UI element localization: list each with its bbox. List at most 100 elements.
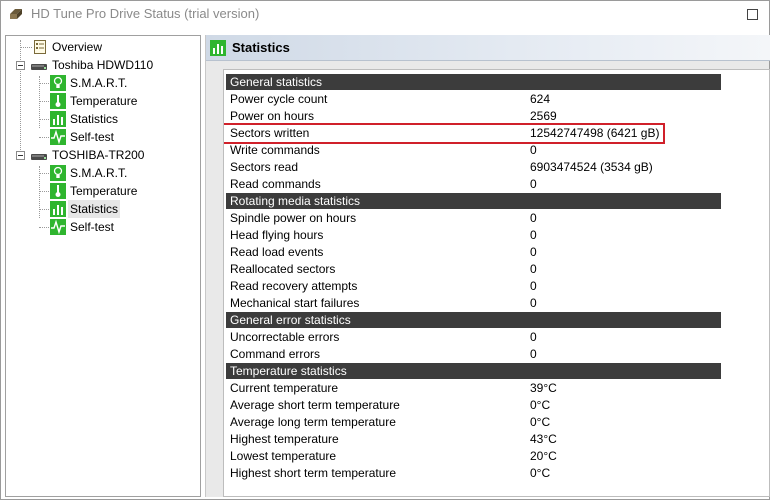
section-header-general: General statistics <box>226 74 721 90</box>
stat-row: Sectors read 6903474524 (3534 gB) <box>224 159 764 176</box>
stat-value: 0 <box>530 143 537 157</box>
stat-row: Read load events 0 <box>224 244 764 261</box>
stat-row: Spindle power on hours 0 <box>224 210 764 227</box>
stat-label: Lowest temperature <box>230 449 337 463</box>
stat-value: 0 <box>530 245 537 259</box>
stat-value: 624 <box>530 92 551 106</box>
stat-value: 0 <box>530 211 537 225</box>
stat-label: Head flying hours <box>230 228 324 242</box>
stat-row: Highest short term temperature 0°C <box>224 465 764 482</box>
tree-item-smart[interactable]: S.M.A.R.T. <box>6 74 196 92</box>
maximize-button[interactable] <box>745 7 759 21</box>
stat-row: Average long term temperature 0°C <box>224 414 764 431</box>
stat-label: Read commands <box>230 177 321 191</box>
tree-item-smart[interactable]: S.M.A.R.T. <box>6 164 196 182</box>
stat-label: Average short term temperature <box>230 398 400 412</box>
window-title: HD Tune Pro Drive Status (trial version) <box>31 6 260 21</box>
stat-value: 6903474524 (3534 gB) <box>530 160 653 174</box>
tree-item-temperature[interactable]: Temperature <box>6 92 196 110</box>
statistics-chart-icon <box>50 201 66 217</box>
stat-row: Command errors 0 <box>224 346 764 363</box>
stat-value: 0 <box>530 262 537 276</box>
statistics-panel: Statistics General statistics Power cycl… <box>205 35 770 497</box>
stat-row: Read recovery attempts 0 <box>224 278 764 295</box>
stat-value: 0°C <box>530 415 551 429</box>
stat-value: 0 <box>530 347 537 361</box>
self-test-pulse-icon <box>50 219 66 235</box>
stat-label: Sectors read <box>230 160 299 174</box>
stat-row: Write commands 0 <box>224 142 764 159</box>
tree-item-label: TOSHIBA-TR200 <box>52 148 145 162</box>
tree-item-drive-toshiba-hdwd110[interactable]: Toshiba HDWD110 <box>6 56 196 74</box>
stat-value: 2569 <box>530 109 557 123</box>
tree-item-label: Self-test <box>70 130 115 144</box>
smart-bulb-icon <box>50 75 66 91</box>
self-test-pulse-icon <box>50 129 66 145</box>
stat-row: Head flying hours 0 <box>224 227 764 244</box>
stat-value: 0°C <box>530 398 551 412</box>
tree-item-overview[interactable]: Overview <box>6 38 196 56</box>
thermometer-icon <box>50 183 66 199</box>
stat-label: Reallocated sectors <box>230 262 336 276</box>
stat-row: Current temperature 39°C <box>224 380 764 397</box>
device-tree[interactable]: Overview Toshiba HDWD110 S.M.A.R.T. Temp… <box>5 35 201 497</box>
stat-label: Highest short term temperature <box>230 466 397 480</box>
tree-item-label: Overview <box>52 40 103 54</box>
thermometer-icon <box>50 93 66 109</box>
stat-row: Highest temperature 43°C <box>224 431 764 448</box>
collapse-toggle-icon[interactable] <box>16 61 25 70</box>
stat-label: Uncorrectable errors <box>230 330 340 344</box>
tree-item-label: Toshiba HDWD110 <box>52 58 154 72</box>
collapse-toggle-icon[interactable] <box>16 151 25 160</box>
tree-item-label: Temperature <box>70 184 138 198</box>
stat-value: 0 <box>530 177 537 191</box>
maximize-icon <box>747 9 758 20</box>
stat-label: Power cycle count <box>230 92 328 106</box>
tree-item-self-test[interactable]: Self-test <box>6 128 196 146</box>
tree-item-statistics[interactable]: Statistics <box>6 110 196 128</box>
stat-value: 0 <box>530 228 537 242</box>
tree-item-label: S.M.A.R.T. <box>70 76 128 90</box>
stat-value: 0 <box>530 296 537 310</box>
hdtune-app-icon <box>10 9 22 19</box>
stat-row: Average short term temperature 0°C <box>224 397 764 414</box>
tree-item-drive-toshiba-tr200[interactable]: TOSHIBA-TR200 <box>6 146 196 164</box>
hard-drive-icon <box>31 64 47 70</box>
tree-item-statistics-selected[interactable]: Statistics <box>6 200 196 218</box>
tree-item-temperature[interactable]: Temperature <box>6 182 196 200</box>
stat-label: Command errors <box>230 347 321 361</box>
stat-label: Spindle power on hours <box>230 211 357 225</box>
smart-bulb-icon <box>50 165 66 181</box>
stat-label: Write commands <box>230 143 320 157</box>
stat-value: 20°C <box>530 449 557 463</box>
stat-label: Power on hours <box>230 109 315 123</box>
panel-header: Statistics <box>206 35 770 61</box>
statistics-list[interactable]: General statistics Power cycle count 624… <box>223 69 770 497</box>
stat-value: 43°C <box>530 432 557 446</box>
section-header-rotating-media: Rotating media statistics <box>226 193 721 209</box>
section-header-temperature: Temperature statistics <box>226 363 721 379</box>
tree-item-label: Statistics <box>68 200 121 218</box>
stat-value: 0 <box>530 279 537 293</box>
tree-item-self-test[interactable]: Self-test <box>6 218 196 236</box>
tree-item-label: Statistics <box>70 112 119 126</box>
stat-label: Read recovery attempts <box>230 279 358 293</box>
stat-row: Lowest temperature 20°C <box>224 448 764 465</box>
statistics-chart-icon <box>210 40 226 56</box>
sectors-written-highlight-box <box>224 123 665 144</box>
stat-value: 0°C <box>530 466 551 480</box>
overview-document-icon <box>34 40 46 54</box>
statistics-chart-icon <box>50 111 66 127</box>
stat-value: 0 <box>530 330 537 344</box>
stat-row: Power cycle count 624 <box>224 91 764 108</box>
panel-title: Statistics <box>232 40 290 55</box>
hard-drive-icon <box>31 154 47 160</box>
stat-label: Mechanical start failures <box>230 296 360 310</box>
stat-label: Average long term temperature <box>230 415 396 429</box>
section-header-general-error: General error statistics <box>226 312 721 328</box>
stat-label: Highest temperature <box>230 432 339 446</box>
stat-row: Read commands 0 <box>224 176 764 193</box>
stat-label: Read load events <box>230 245 324 259</box>
tree-item-label: Temperature <box>70 94 138 108</box>
stat-value: 39°C <box>530 381 557 395</box>
